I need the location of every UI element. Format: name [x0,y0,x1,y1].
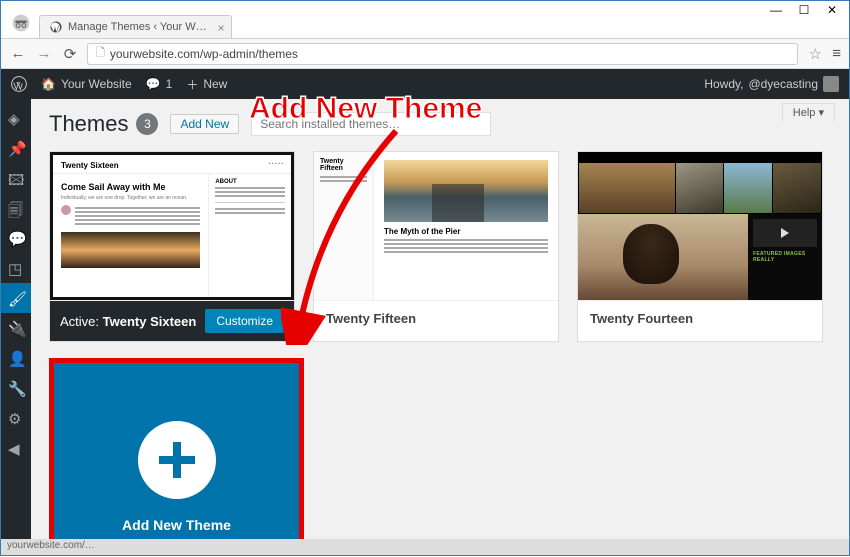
theme-screenshot: Twenty Fifteen The Myth of the Pier [314,152,558,300]
comments-count: 1 [166,77,173,91]
plugin-icon: 🔌 [8,320,24,336]
user-handle: @dyecasting [748,77,818,91]
howdy-text: Howdy, [704,77,743,91]
site-name-text: Your Website [61,77,132,91]
menu-media[interactable]: 🖾 [1,163,31,193]
browser-tab-strip: Manage Themes ‹ Your W… × [1,9,849,39]
menu-posts[interactable]: 📌 [1,133,31,163]
comment-icon: 💬 [8,230,24,246]
menu-appearance[interactable]: 🖌 [1,283,31,313]
menu-settings[interactable]: ⚙ [1,403,31,433]
bookmark-button[interactable]: ☆ [806,45,824,63]
dashboard-icon: ◈ [8,110,24,126]
wrench-icon: 🔧 [8,380,24,396]
menu-pages[interactable]: 🗐 [1,193,31,223]
preview-headline: Come Sail Away with Me [61,182,200,192]
wordpress-icon [50,21,62,33]
plus-icon: ＋ [186,76,198,93]
comments-link[interactable]: 💬1 [146,77,173,91]
new-label: New [203,77,227,91]
theme-screenshot: FEATURED IMAGES REALLY [578,152,822,300]
brush-icon: 🖌 [8,290,24,306]
preview-sidebar-heading: FEATURED IMAGES REALLY [753,251,817,263]
menu-collapse[interactable]: ◀ [1,433,31,463]
menu-users[interactable]: 👤 [1,343,31,373]
browser-menu-button[interactable]: ≡ [832,45,841,62]
page-title: Themes 3 [49,111,158,137]
theme-screenshot: Twenty Sixteen▪ ▪ ▪ ▪ ▪ Come Sail Away w… [50,152,294,300]
theme-card[interactable]: FEATURED IMAGES REALLY Twenty Fourteen [577,151,823,342]
reload-button[interactable]: ⟳ [61,45,79,63]
tab-close-icon[interactable]: × [218,21,225,35]
add-new-theme-label: Add New Theme [122,517,231,533]
themes-count-badge: 3 [136,113,158,135]
preview-site-title: Twenty Sixteen [61,161,119,170]
collapse-icon: ◀ [8,440,24,456]
incognito-icon [9,11,33,35]
preview-site-title: Twenty Fifteen [320,158,367,172]
media-icon: 🖾 [8,170,24,186]
url-text: yourwebsite.com/wp-admin/themes [110,47,298,61]
admin-sidebar: ◈ 📌 🖾 🗐 💬 ◳ 🖌 🔌 👤 🔧 ⚙ ◀ [1,99,31,539]
theme-card[interactable]: Twenty Fifteen The Myth of the Pier Twen… [313,151,559,342]
site-name-link[interactable]: 🏠 Your Website [41,77,132,91]
comment-icon: 💬 [146,77,161,91]
howdy-account[interactable]: Howdy, @dyecasting [704,76,839,92]
avatar [823,76,839,92]
window-close-button[interactable]: ✕ [818,2,846,20]
customize-button[interactable]: Customize [205,309,284,333]
theme-card-active[interactable]: Twenty Sixteen▪ ▪ ▪ ▪ ▪ Come Sail Away w… [49,151,295,342]
pin-icon: 📌 [8,140,24,156]
search-themes-input[interactable] [251,112,491,136]
preview-sidebar-heading: ABOUT [215,179,285,185]
back-button[interactable]: ← [9,45,27,62]
window-minimize-button[interactable]: — [762,2,790,20]
browser-status-bar: yourwebsite.com/… [1,539,849,555]
tab-title: Manage Themes ‹ Your W… [68,21,207,33]
theme-name: Twenty Sixteen [103,314,197,329]
window-maximize-button[interactable]: ☐ [790,2,818,20]
forward-button[interactable]: → [35,45,53,62]
wp-logo-menu[interactable] [11,76,27,92]
title-text: Themes [49,111,128,137]
active-label: Active: [60,314,99,329]
address-bar[interactable]: 🗋 yourwebsite.com/wp-admin/themes [87,43,798,65]
add-new-button[interactable]: Add New [170,114,239,134]
menu-products[interactable]: ◳ [1,253,31,283]
menu-dashboard[interactable]: ◈ [1,103,31,133]
wp-admin-bar: 🏠Your Website 💬1 ＋New Howdy, @dyecasting [1,69,849,99]
menu-tools[interactable]: 🔧 [1,373,31,403]
add-new-theme-card[interactable]: Add New Theme [49,358,304,539]
browser-tab[interactable]: Manage Themes ‹ Your W… × [39,15,232,38]
page-icon: 🗋 [96,44,105,63]
theme-name: Twenty Fourteen [578,300,822,336]
preview-headline: The Myth of the Pier [384,227,548,236]
theme-name: Twenty Fifteen [314,300,558,336]
gear-icon: ⚙ [8,410,24,426]
plus-circle-icon [138,421,216,499]
help-tab[interactable]: Help ▾ [782,103,835,121]
user-icon: 👤 [8,350,24,366]
browser-toolbar: ← → ⟳ 🗋 yourwebsite.com/wp-admin/themes … [1,39,849,69]
home-icon: 🏠 [41,77,56,91]
new-content-link[interactable]: ＋ New [186,76,227,93]
menu-comments[interactable]: 💬 [1,223,31,253]
menu-plugins[interactable]: 🔌 [1,313,31,343]
cube-icon: ◳ [8,260,24,276]
page-icon: 🗐 [8,200,24,216]
